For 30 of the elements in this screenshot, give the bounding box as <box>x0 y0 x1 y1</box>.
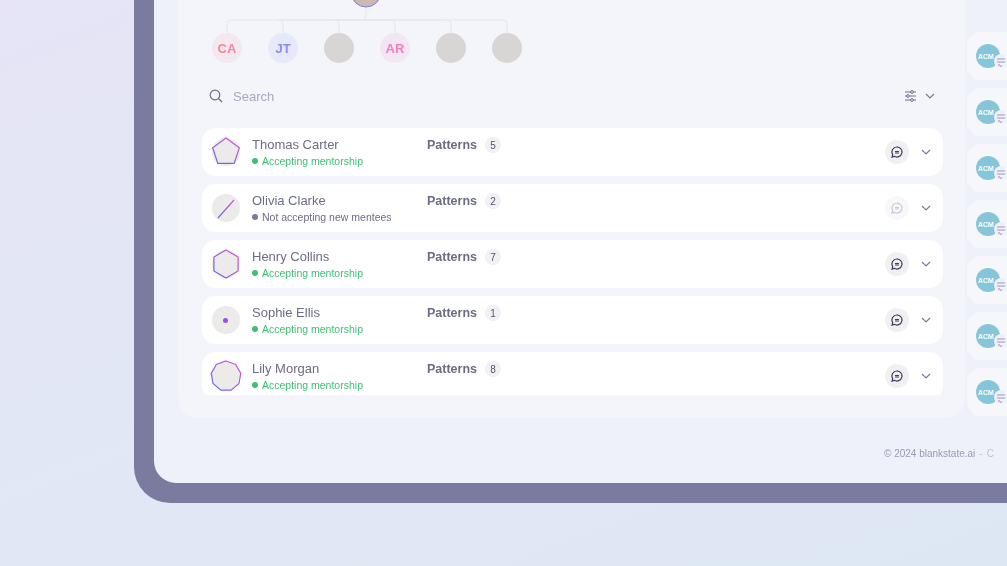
initials-avatar[interactable]: JT <box>268 33 298 63</box>
patterns-count: 2 <box>485 193 502 209</box>
mentor-name: Thomas Carter <box>252 137 340 152</box>
mentorship-status: Accepting mentorship <box>252 267 427 279</box>
patterns-label: Patterns <box>427 306 478 320</box>
copyright-text: © 2024 blankstate.ai <box>884 448 976 459</box>
initials-avatar[interactable]: AR <box>380 33 410 63</box>
mentor-row[interactable]: Thomas Carter Accepting mentorship Patterns 5 <box>202 128 943 176</box>
patterns-label: Patterns <box>427 138 478 152</box>
mentor-name: Sophie Ellis <box>252 305 321 320</box>
mentor-row[interactable]: Henry Collins Accepting mentorship Patterns 7 <box>202 240 943 288</box>
mentorship-status: Accepting mentorship <box>252 155 427 167</box>
mentorship-status: Not accepting new mentees <box>252 211 427 223</box>
mentor-name: Lily Morgan <box>252 361 321 376</box>
mentor-row[interactable]: Lily Morgan Accepting mentorship Patterns 8 <box>202 352 943 395</box>
patterns-count: 1 <box>485 305 502 321</box>
mentorship-status: Accepting mentorship <box>252 379 427 391</box>
patterns-label: Patterns <box>427 362 478 376</box>
mentor-row[interactable]: Olivia Clarke Not accepting new mentees Patterns 2 <box>202 184 943 232</box>
patterns-count: 8 <box>485 361 502 377</box>
mentor-name: Henry Collins <box>252 249 331 264</box>
patterns-count: 5 <box>485 137 502 153</box>
initials-avatar[interactable]: CA <box>212 33 242 63</box>
mentor-name: Olivia Clarke <box>252 193 327 208</box>
patterns-label: Patterns <box>427 250 478 264</box>
patterns-count: 7 <box>485 249 502 265</box>
footer-separator: - <box>979 448 983 459</box>
mentor-row[interactable]: Sophie Ellis Accepting mentorship Patterns 1 <box>202 296 943 344</box>
patterns-label: Patterns <box>427 194 478 208</box>
mentorship-status: Accepting mentorship <box>252 323 427 335</box>
